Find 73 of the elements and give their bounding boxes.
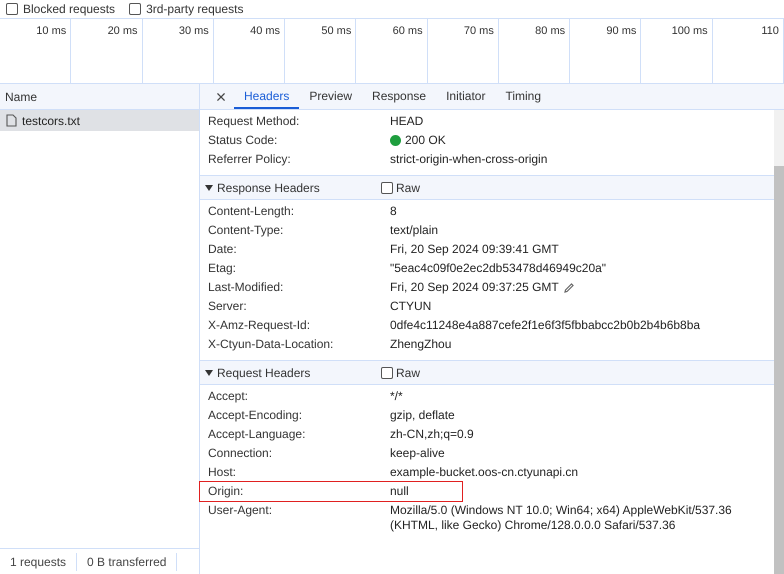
header-value: 0dfe4c11248e4a887cefe2f1e6f3f5fbbabcc2b0b2b4b6b8ba [390,318,700,333]
header-value: gzip, deflate [390,408,455,423]
header-value: Fri, 20 Sep 2024 09:39:41 GMT [390,242,559,257]
time-tick: 60 ms [392,24,423,39]
header-name: X-Amz-Request-Id: [208,318,312,333]
time-tick: 110 [761,24,779,39]
filter-label: Blocked requests [23,1,116,18]
triangle-icon[interactable] [205,368,213,376]
raw-label: Raw [396,180,420,196]
raw-label: Raw [396,364,420,382]
section-title: Request Headers [217,364,312,382]
header-name: Accept-Language: [208,427,306,442]
header-value: Mozilla/5.0 (Windows NT 10.0; Win64; x64) AppleWebKit/537.36 (KHTML, like Gecko) Chrome/128.0.0.0 Safari/537.36 [390,503,733,533]
header-value: CTYUN [390,299,432,314]
header-name: Content-Length: [208,204,296,219]
header-value: "5eac4c09f0e2ec2db53478d46949c20a" [390,261,606,276]
header-name: User-Agent: [208,503,274,518]
header-value: 8 [390,204,397,219]
time-tick: 20 ms [108,24,138,39]
header-value: keep-alive [390,446,445,461]
header-value: zh-CN,zh;q=0.9 [390,427,474,442]
tab[interactable]: Preview [299,84,362,109]
time-tick: 80 ms [535,24,566,39]
tab[interactable]: Initiator [436,84,496,109]
header-value: */* [390,389,403,404]
time-tick: 50 ms [321,24,352,39]
filter-label: 3rd-party requests [146,1,244,18]
header-name: Etag: [208,261,238,276]
header-value: null [390,484,409,499]
section-title: Response Headers [217,180,321,196]
checkbox[interactable] [381,366,393,378]
time-tick: 40 ms [250,24,280,39]
checkbox[interactable] [6,3,18,15]
header-name: Request Method: [208,114,300,129]
header-value: text/plain [390,223,438,238]
header-value: example-bucket.oos-cn.ctyunapi.cn [390,465,578,480]
header-value: ZhengZhou [390,337,452,352]
request-row[interactable]: testcors.txt [0,110,199,131]
status-text: 1 requests [0,552,78,570]
header-name: X-Ctyun-Data-Location: [208,337,334,352]
status-text: 0 B transferred [77,552,178,570]
header-name: Last-Modified: [208,280,284,295]
header-value: 200 OK [405,133,446,148]
header-name: Accept: [208,389,250,404]
time-tick: 30 ms [178,24,209,39]
header-name: Referrer Policy: [208,152,292,167]
header-name: Host: [208,465,238,480]
tab[interactable]: Headers [234,84,300,109]
header-name: Connection: [208,446,274,461]
column-header[interactable]: Name [0,84,199,110]
time-tick: 10 ms [36,24,66,39]
header-name: Date: [208,242,238,257]
section-header[interactable]: Response Headers Raw [200,175,774,200]
tab[interactable]: Response [362,84,436,109]
file-icon [6,114,17,127]
time-tick: 90 ms [606,24,636,39]
header-value: Fri, 20 Sep 2024 09:37:25 GMT [390,280,559,295]
header-name: Server: [208,299,248,314]
header-name: Status Code: [208,133,278,148]
close-button[interactable]: × [208,84,234,109]
header-name: Origin: [208,484,244,499]
triangle-icon[interactable] [205,184,213,192]
time-tick: 70 ms [464,24,494,39]
header-value: HEAD [390,114,424,129]
header-name: Content-Type: [208,223,284,238]
time-tick: 100 ms [672,24,708,39]
checkbox[interactable] [381,182,393,194]
checkbox[interactable] [129,3,142,15]
header-name: Accept-Encoding: [208,408,304,423]
pencil-icon[interactable] [562,282,575,294]
section-header[interactable]: Request Headers Raw [200,360,774,385]
tab[interactable]: Timing [495,84,552,109]
header-value: strict-origin-when-cross-origin [390,152,548,167]
